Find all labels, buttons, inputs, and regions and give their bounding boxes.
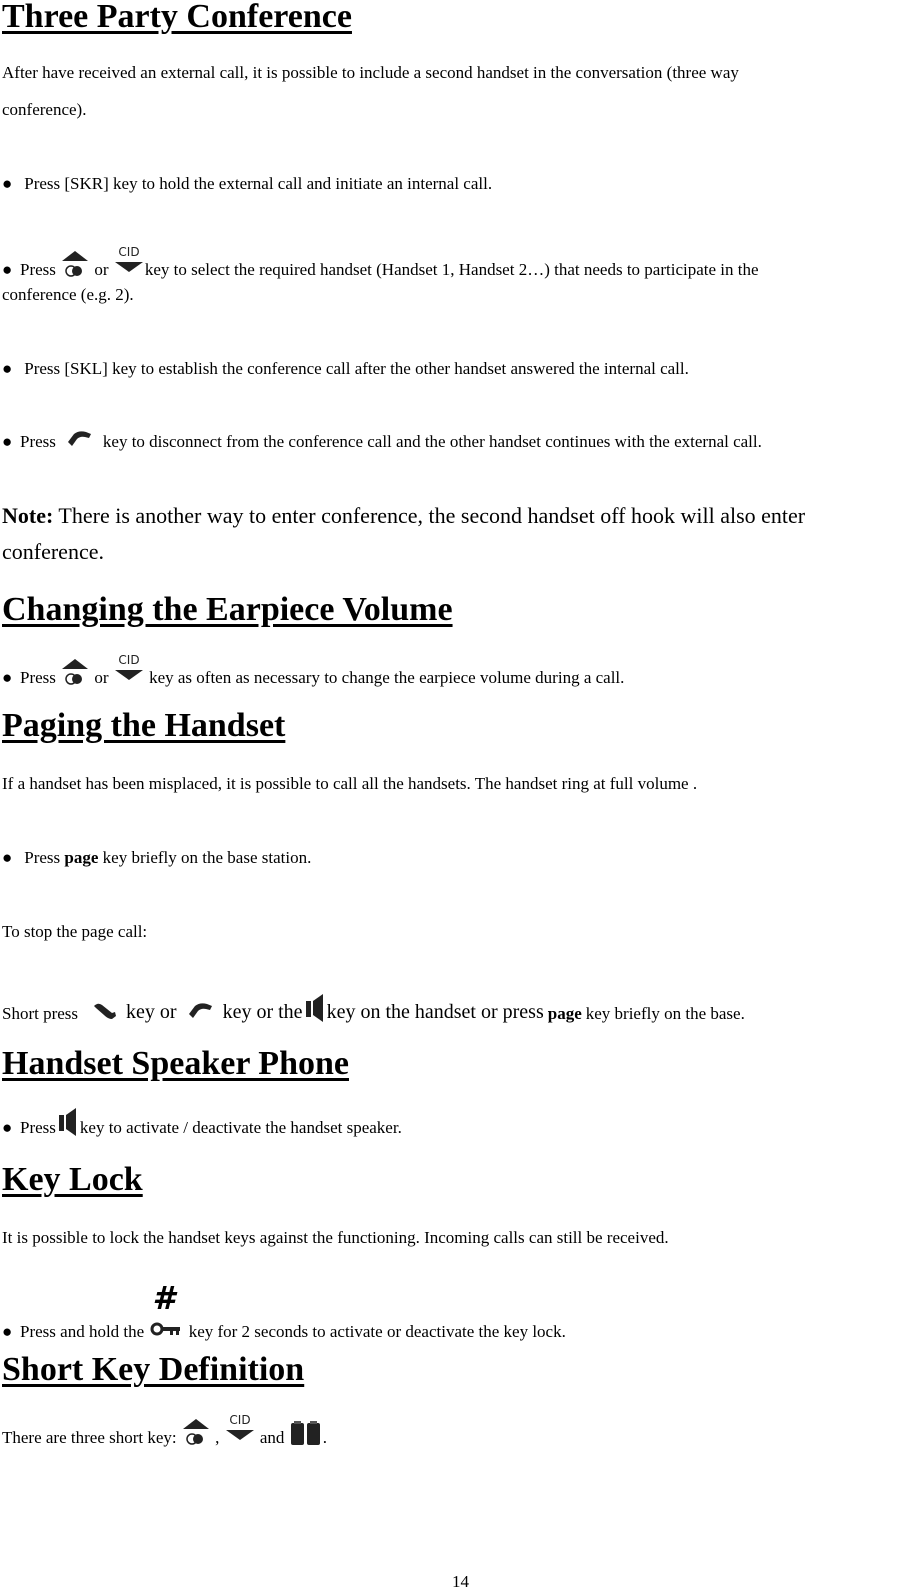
hash-symbol: # — [152, 1279, 175, 1317]
bullet-text: Press — [20, 1118, 56, 1137]
note-text: There is another way to enter conference… — [53, 503, 806, 528]
bullet-text: key as often as necessary to change the … — [149, 668, 625, 687]
page-number: 14 — [452, 1572, 469, 1591]
bullet-select-handset: ● Press or CID key to select the require… — [2, 238, 759, 278]
note-line2: conference. — [2, 539, 104, 564]
bullet-text: Press and hold the — [20, 1322, 145, 1341]
bullet-page-key: ● Press page key briefly on the base sta… — [2, 849, 311, 866]
bullet-icon: ● — [2, 359, 13, 378]
short-press-text: Short press — [2, 1004, 79, 1023]
bullet-icon: ● — [2, 1322, 13, 1341]
page-key-label: page — [64, 848, 99, 867]
bullet-text: Press — [24, 848, 61, 867]
cid-label: CID — [229, 1413, 250, 1427]
bullet-text: key to activate / deactivate the handset… — [79, 1118, 402, 1137]
page-key-label: page — [547, 1004, 582, 1023]
key-briefly-text: key briefly on the base. — [585, 1004, 745, 1023]
key-on-handset-text: key on the handset or press — [326, 1001, 544, 1023]
up-intercom-key-icon — [60, 656, 90, 686]
bullet-disconnect: ● Press key to disconnect from the confe… — [2, 424, 762, 450]
heading-earpiece-volume: Changing the Earpiece Volume — [2, 591, 453, 628]
bullet-icon: ● — [2, 260, 13, 279]
end-call-key-icon — [64, 428, 94, 450]
note-label: Note: — [2, 503, 54, 528]
short-key-text: There are three short key: — [2, 1428, 177, 1447]
paging-intro: If a handset has been misplaced, it is p… — [2, 774, 698, 793]
talk-key-icon — [90, 1000, 118, 1022]
bullet-text: key briefly on the base station. — [98, 848, 312, 867]
bullet-skl: ● Press [SKL] key to establish the confe… — [2, 360, 689, 377]
bullet-text: or — [94, 668, 109, 687]
cid-label: CID — [118, 245, 139, 259]
cid-label: CID — [118, 653, 139, 667]
heading-paging-handset: Paging the Handset — [2, 707, 286, 744]
end-call-key-icon — [185, 1000, 215, 1022]
down-cid-key-icon: CID — [113, 652, 145, 686]
bullet-icon: ● — [2, 848, 13, 867]
bullet-speaker: ● Press key to activate / deactivate the… — [2, 1104, 402, 1136]
bullet-text: Press — [20, 668, 56, 687]
stop-page-instructions: Short press key or key or the key on the… — [2, 986, 745, 1022]
short-key-list: There are three short key: , CID and . — [2, 1410, 327, 1446]
and-text: and — [259, 1428, 285, 1447]
bullet-text: key to disconnect from the conference ca… — [102, 432, 762, 451]
heading-three-party-conference: Three Party Conference — [2, 0, 352, 35]
bullet-text: Press — [20, 432, 56, 451]
down-cid-key-icon: CID — [113, 244, 145, 278]
comma: , — [215, 1428, 220, 1447]
up-intercom-key-icon — [60, 248, 90, 278]
bullet-text: key for 2 seconds to activate or deactiv… — [188, 1322, 566, 1341]
bullet-key-lock: ● Press and hold the # key for 2 seconds… — [2, 1280, 566, 1340]
keylock-intro: It is possible to lock the handset keys … — [2, 1228, 669, 1247]
three-party-intro-line2: conference). — [2, 100, 87, 119]
speaker-key-icon — [303, 992, 327, 1022]
up-intercom-key-icon — [181, 1416, 211, 1446]
heading-key-lock: Key Lock — [2, 1161, 143, 1198]
bullet-icon: ● — [2, 174, 13, 193]
note-line1: Note: There is another way to enter conf… — [2, 505, 805, 527]
bullet-text: Press — [20, 260, 56, 279]
bullet-select-handset-line2: conference (e.g. 2). — [2, 285, 134, 304]
heading-short-key-definition: Short Key Definition — [2, 1351, 305, 1388]
bullet-skr: ● Press [SKR] key to hold the external c… — [2, 175, 492, 192]
phonebook-key-icon — [289, 1420, 323, 1446]
bullet-icon: ● — [2, 432, 13, 451]
stop-page-label: To stop the page call: — [2, 922, 148, 941]
three-party-intro-line1: After have received an external call, it… — [2, 63, 739, 82]
key-or-the-text: key or the — [222, 1001, 303, 1023]
down-cid-key-icon: CID — [224, 1412, 256, 1446]
bullet-icon: ● — [2, 668, 13, 687]
heading-speaker-phone: Handset Speaker Phone — [2, 1045, 349, 1082]
bullet-text: or — [94, 260, 109, 279]
key-or-text: key or — [126, 1001, 177, 1023]
speaker-key-icon — [56, 1106, 80, 1136]
period: . — [322, 1428, 327, 1447]
bullet-earpiece-volume: ● Press or CID key as often as necessary… — [2, 648, 624, 686]
bullet-text: key to select the required handset (Hand… — [144, 260, 759, 279]
hash-key-lock-icon: # — [148, 1282, 184, 1340]
bullet-text: Press [SKL] key to establish the confere… — [24, 359, 689, 378]
bullet-text: Press [SKR] key to hold the external cal… — [24, 174, 493, 193]
bullet-icon: ● — [2, 1118, 13, 1137]
